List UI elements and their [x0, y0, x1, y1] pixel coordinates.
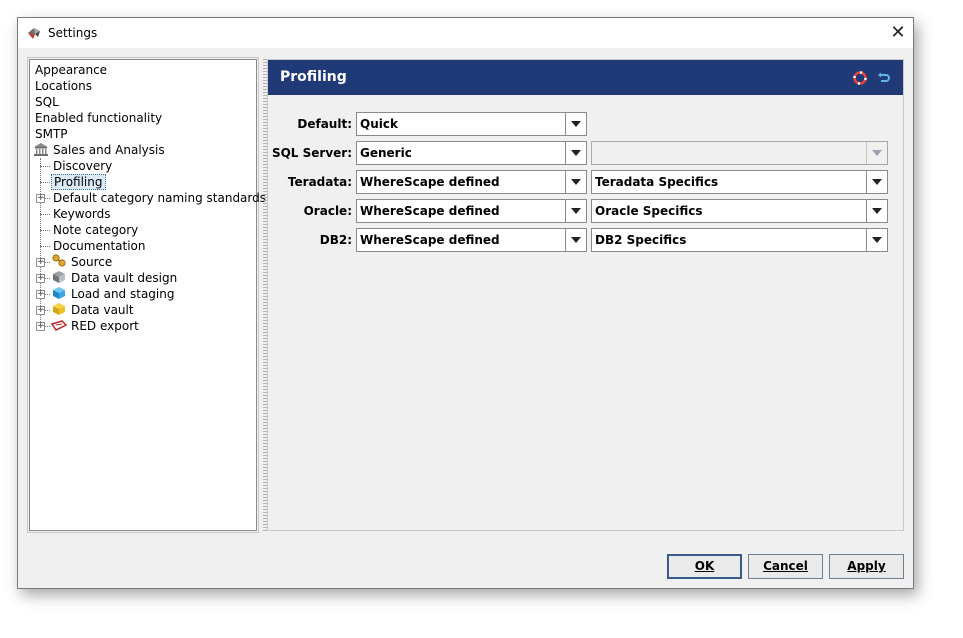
tree-item-note-category[interactable]: Note category: [51, 222, 140, 238]
tree-item-label: Profiling: [51, 174, 106, 190]
panel-title: Profiling: [280, 69, 347, 85]
teradata-combo[interactable]: WhereScape defined: [356, 170, 587, 194]
tree-item-label: SMTP: [35, 127, 68, 141]
tree-item-label: Source: [71, 255, 113, 269]
expand-toggle[interactable]: +: [36, 290, 45, 299]
tree-item-sql[interactable]: SQL: [33, 94, 61, 110]
tree-item-enabled-functionality[interactable]: Enabled functionality: [33, 110, 164, 126]
tree-item-label: Data vault: [71, 303, 134, 317]
tree-item-profiling[interactable]: Profiling: [51, 174, 106, 190]
tree-item-source[interactable]: Source: [51, 254, 114, 270]
tree-item-label: Enabled functionality: [35, 111, 163, 125]
tree-item-label: Appearance: [35, 63, 108, 77]
undo-icon[interactable]: [877, 71, 891, 85]
dropdown-arrow-icon[interactable]: [565, 113, 586, 135]
default-combo[interactable]: Quick: [356, 112, 587, 136]
oracle-combo[interactable]: WhereScape defined: [356, 199, 587, 223]
combo-value: Teradata Specifics: [595, 175, 719, 189]
tree-item-data-vault[interactable]: Data vault: [51, 302, 136, 318]
oracle-label: Oracle:: [303, 204, 352, 218]
dropdown-arrow-icon[interactable]: [565, 229, 586, 251]
db2-specifics-combo[interactable]: DB2 Specifics: [591, 228, 888, 252]
tree-connector: [40, 182, 50, 183]
bank-icon: [34, 143, 48, 156]
data-vault-icon: [53, 303, 65, 315]
tree-item-label: Default category naming standards: [53, 191, 267, 205]
close-button[interactable]: ✕: [883, 18, 913, 48]
app-logo-icon: [28, 28, 40, 39]
settings-dialog: Settings ✕ Appearance Locations SQL Enab…: [17, 17, 914, 589]
tree-connector: [40, 158, 41, 326]
dropdown-arrow-icon[interactable]: [565, 142, 586, 164]
combo-value: Generic: [360, 146, 412, 160]
tree-item-label: Note category: [53, 223, 139, 237]
dropdown-arrow-icon[interactable]: [866, 200, 887, 222]
dropdown-arrow-icon[interactable]: [866, 229, 887, 251]
red-export-icon: [51, 320, 67, 331]
dropdown-arrow-icon: [866, 142, 887, 164]
tree-item-label: Sales and Analysis: [53, 143, 165, 157]
tree-item-label: Discovery: [53, 159, 113, 173]
combo-value: WhereScape defined: [360, 233, 500, 247]
title-bar: Settings ✕: [18, 18, 913, 48]
expand-toggle[interactable]: +: [36, 306, 45, 315]
expand-toggle[interactable]: +: [36, 322, 45, 331]
db2-label: DB2:: [319, 233, 352, 247]
dropdown-arrow-icon[interactable]: [866, 171, 887, 193]
tree-item-appearance[interactable]: Appearance: [33, 62, 109, 78]
source-icon: [52, 254, 66, 267]
tree-item-label: Locations: [35, 79, 93, 93]
tree-item-label: Load and staging: [71, 287, 175, 301]
tree-item-keywords[interactable]: Keywords: [51, 206, 113, 222]
tree-item-discovery[interactable]: Discovery: [51, 158, 114, 174]
expand-toggle[interactable]: +: [36, 258, 45, 267]
tree-connector: [40, 166, 50, 167]
tree-connector: [40, 246, 50, 247]
tree-item-sales-and-analysis[interactable]: Sales and Analysis: [33, 142, 167, 158]
expand-toggle[interactable]: +: [36, 274, 45, 283]
load-staging-icon: [53, 287, 65, 299]
tree-item-data-vault-design[interactable]: Data vault design: [51, 270, 179, 286]
combo-value: Quick: [360, 117, 398, 131]
default-label: Default:: [297, 117, 352, 131]
tree-item-red-export[interactable]: RED export: [51, 318, 141, 334]
oracle-specifics-combo[interactable]: Oracle Specifics: [591, 199, 888, 223]
tree-item-label: Data vault design: [71, 271, 178, 285]
profiling-panel: Profiling Default: Quick SQL Server: Gen…: [267, 59, 904, 531]
lifebuoy-icon[interactable]: [853, 71, 867, 85]
dropdown-arrow-icon[interactable]: [565, 171, 586, 193]
tree-item-smtp[interactable]: SMTP: [33, 126, 70, 142]
db2-combo[interactable]: WhereScape defined: [356, 228, 587, 252]
tree-item-locations[interactable]: Locations: [33, 78, 94, 94]
tree-item-label: RED export: [71, 319, 139, 333]
dropdown-arrow-icon[interactable]: [565, 200, 586, 222]
cancel-button[interactable]: Cancel: [748, 554, 823, 579]
panel-header: Profiling: [268, 60, 903, 95]
tree-item-default-category-naming-standards[interactable]: Default category naming standards: [51, 190, 268, 206]
tree-item-label: Keywords: [53, 207, 111, 221]
combo-value: DB2 Specifics: [595, 233, 687, 247]
sql-server-combo[interactable]: Generic: [356, 141, 587, 165]
ok-button[interactable]: OK: [667, 554, 742, 579]
data-vault-design-icon: [53, 271, 65, 283]
combo-value: Oracle Specifics: [595, 204, 703, 218]
sql-server-specifics-combo: [591, 141, 888, 165]
expand-toggle[interactable]: +: [36, 194, 45, 203]
sql-server-label: SQL Server:: [271, 146, 352, 160]
tree-item-label: Documentation: [53, 239, 146, 253]
combo-value: WhereScape defined: [360, 175, 500, 189]
combo-value: WhereScape defined: [360, 204, 500, 218]
tree-item-label: SQL: [35, 95, 59, 109]
apply-button[interactable]: Apply: [829, 554, 904, 579]
tree-item-load-and-staging[interactable]: Load and staging: [51, 286, 176, 302]
teradata-label: Teradata:: [287, 175, 352, 189]
settings-tree[interactable]: Appearance Locations SQL Enabled functio…: [27, 57, 266, 533]
tree-connector: [40, 214, 50, 215]
teradata-specifics-combo[interactable]: Teradata Specifics: [591, 170, 888, 194]
tree-connector: [40, 230, 50, 231]
window-title: Settings: [48, 26, 98, 40]
tree-item-documentation[interactable]: Documentation: [51, 238, 148, 254]
